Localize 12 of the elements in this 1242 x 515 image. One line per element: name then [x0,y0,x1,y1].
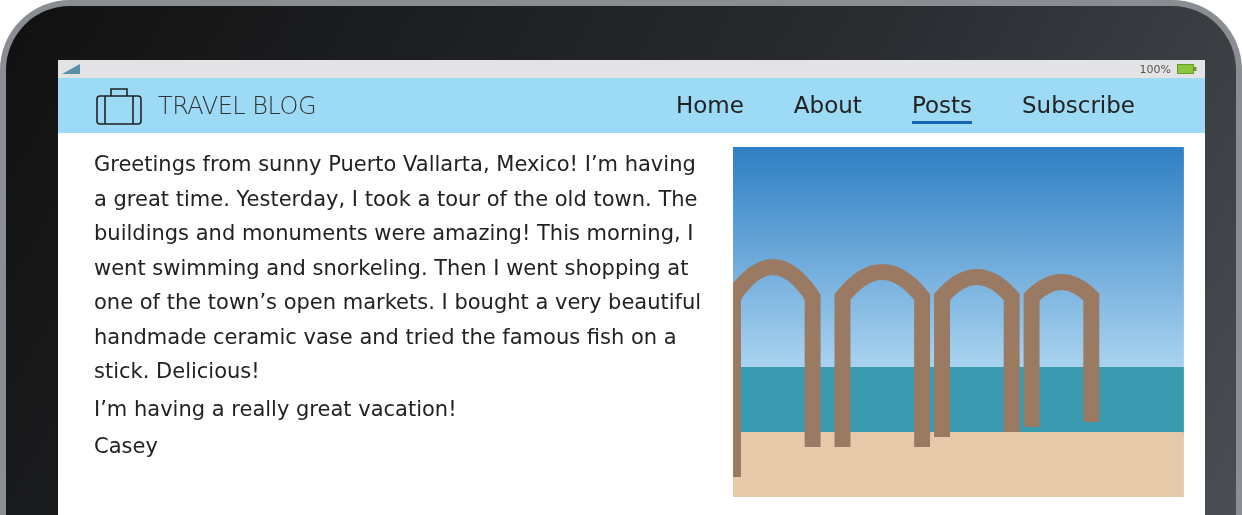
post-paragraph: Casey [94,433,159,460]
suitcase-icon [96,86,142,125]
nav-link[interactable]: About [793,87,862,124]
signal-icon [62,64,80,74]
battery-icon [1177,64,1197,74]
post-paragraph: I’m having a really great vacation! [94,395,458,423]
nav-link[interactable]: Posts [911,87,972,124]
blog-title: TRAVEL BLOG [158,91,317,120]
nav-link[interactable]: Subscribe [1022,87,1135,124]
nav-link[interactable]: Home [675,87,744,124]
battery-percentage: 100% [1139,62,1171,76]
post-paragraph: Greetings from sunny Puerto Vallarta, Mexico! I’m having a great time. Yesterday, I took a tour of the old town. The buildings and monuments were amazing! This morning, I went swimming and snorkeling. Then I went shopping at one of the town’s open markets. I bought a very beautiful handmade ceramic vase and tried the famous fish on a stick. Delicious! [94,151,703,385]
